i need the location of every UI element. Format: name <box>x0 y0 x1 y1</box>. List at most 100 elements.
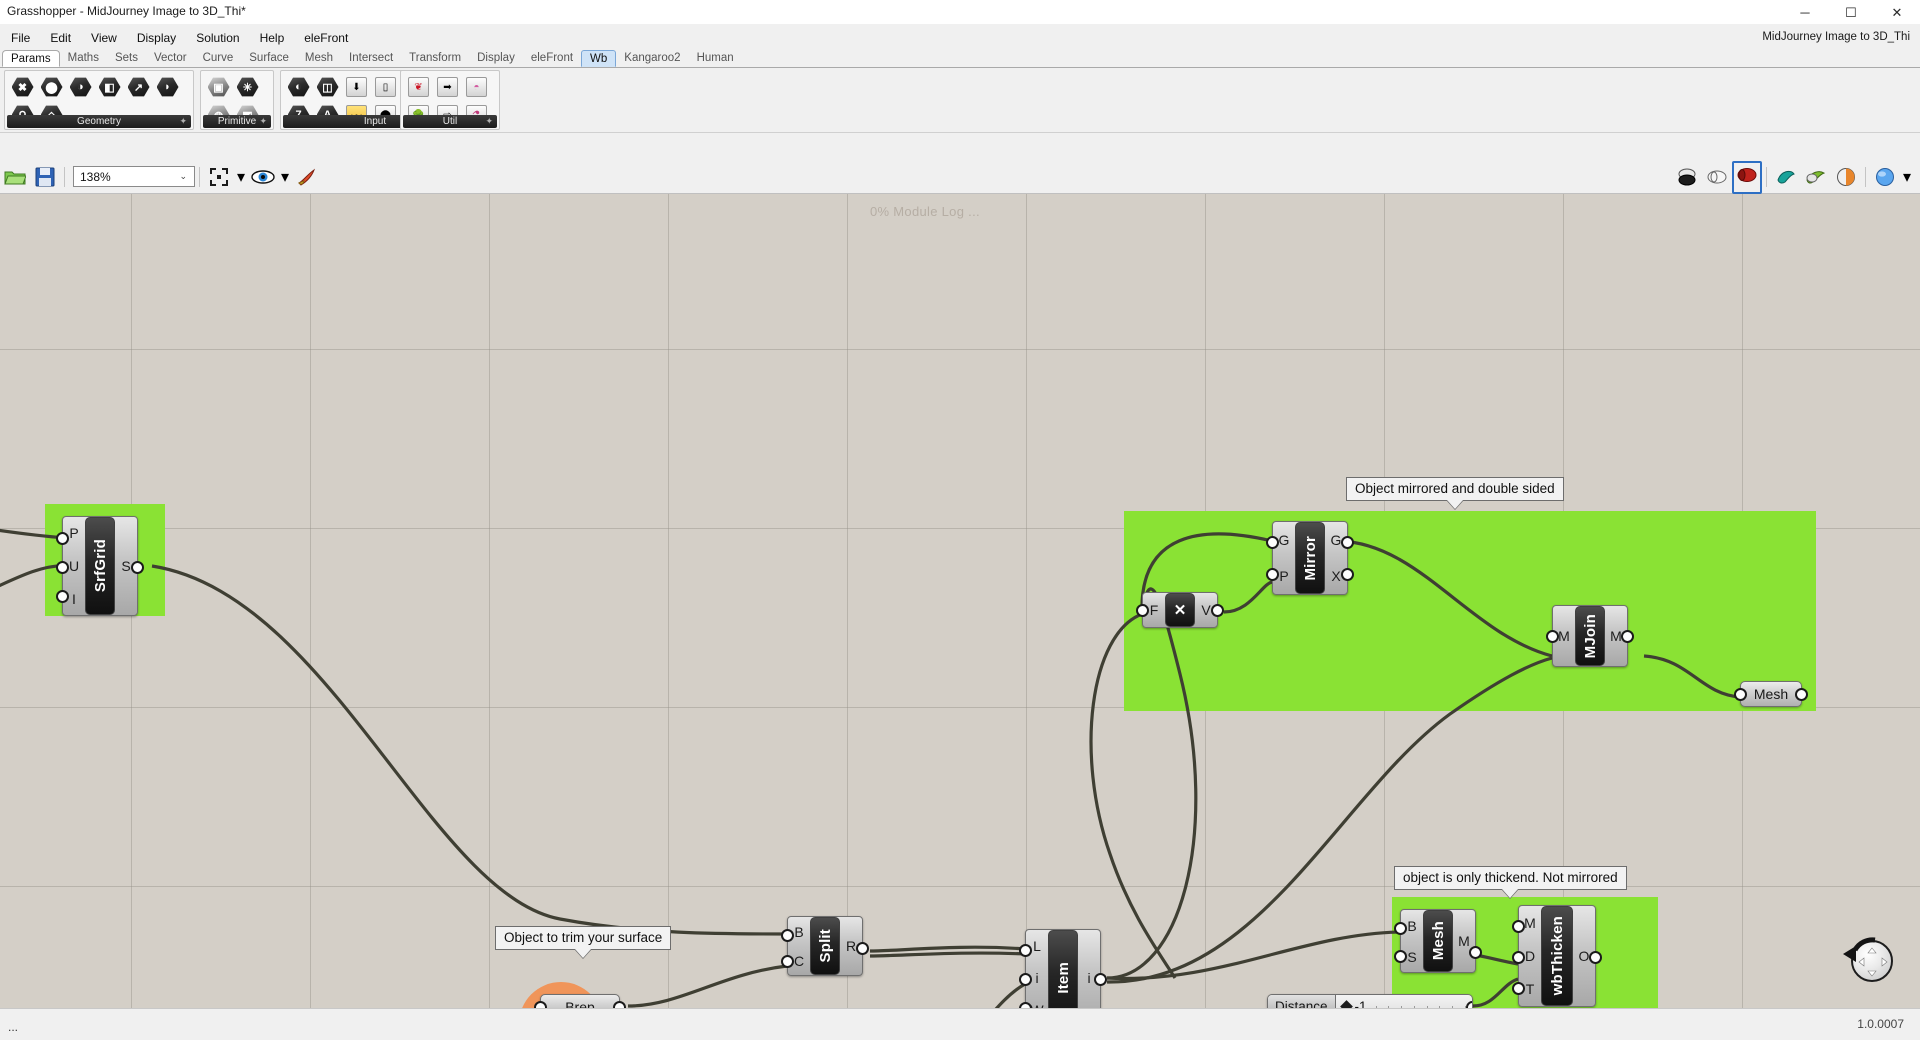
util-arrow-right-icon[interactable]: ➡ <box>433 73 462 101</box>
expander-icon-geometry[interactable]: ✦ <box>179 116 187 127</box>
param-circle-icon[interactable]: ⬤ <box>37 73 66 101</box>
preview-mode-caret[interactable]: ▾ <box>1900 163 1914 191</box>
tab-mesh[interactable]: Mesh <box>297 50 341 67</box>
mirror-input-G[interactable]: G <box>1279 533 1290 547</box>
item-port-L[interactable] <box>1019 944 1032 957</box>
mjoin-port-M-in[interactable] <box>1546 630 1559 643</box>
wbthicken-input-D[interactable]: D <box>1525 949 1535 963</box>
preview-eye-icon[interactable] <box>248 163 278 191</box>
orange-preview-icon[interactable] <box>1831 163 1861 191</box>
input-slider-icon[interactable]: ⬇ <box>342 73 371 101</box>
input-boolean-icon[interactable]: ◐ <box>284 73 313 101</box>
primitive-mesh-icon[interactable]: ✳ <box>233 73 262 101</box>
srfgrid-output-S[interactable]: S <box>121 559 130 573</box>
tab-intersect[interactable]: Intersect <box>341 50 401 67</box>
param-mesh[interactable]: Mesh <box>1740 681 1802 707</box>
param-mesh-port-out[interactable] <box>1795 688 1808 701</box>
tab-transform[interactable]: Transform <box>401 50 469 67</box>
wbthicken-input-T[interactable]: T <box>1526 982 1535 996</box>
tab-kangaroo2[interactable]: Kangaroo2 <box>616 50 688 67</box>
component-srfgrid[interactable]: P U I SrfGrid S <box>62 516 138 616</box>
param-point-icon[interactable]: ✖ <box>8 73 37 101</box>
component-wbthicken[interactable]: M D T wbThicken O <box>1518 905 1596 1007</box>
mirror-output-X[interactable]: X <box>1331 569 1340 583</box>
tab-wb[interactable]: Wb <box>581 50 616 67</box>
tab-human[interactable]: Human <box>689 50 742 67</box>
mesh-input-S[interactable]: S <box>1407 950 1416 964</box>
wbthicken-input-M[interactable]: M <box>1524 916 1536 930</box>
mirror-port-G-out[interactable] <box>1341 536 1354 549</box>
blue-preview-icon[interactable] <box>1870 163 1900 191</box>
ribbon-group-label-geometry[interactable]: Geometry ✦ <box>7 115 191 128</box>
paint-brush-icon[interactable] <box>292 163 322 191</box>
mesh-body[interactable]: Mesh <box>1423 910 1453 972</box>
ribbon-group-label-primitive[interactable]: Primitive ✦ <box>203 115 271 128</box>
split-body[interactable]: Split <box>810 917 840 975</box>
distance-slider-handle[interactable] <box>1340 1000 1353 1008</box>
tab-sets[interactable]: Sets <box>107 50 146 67</box>
param-curve-icon[interactable]: ◑ <box>66 73 95 101</box>
tab-params[interactable]: Params <box>2 50 60 67</box>
param-surface-icon[interactable]: ◧ <box>95 73 124 101</box>
menu-item-edit[interactable]: Edit <box>41 28 80 48</box>
sketch-icon[interactable] <box>204 163 234 191</box>
split-port-C[interactable] <box>781 955 794 968</box>
minimize-button[interactable]: ─ <box>1782 0 1828 25</box>
menu-item-solution[interactable]: Solution <box>187 28 248 48</box>
cross-input-F[interactable]: F <box>1150 603 1159 617</box>
maximize-button[interactable]: ☐ <box>1828 0 1874 25</box>
srfgrid-port-P[interactable] <box>56 532 69 545</box>
param-brep-port-out[interactable] <box>613 1001 626 1008</box>
wbthicken-port-O[interactable] <box>1589 951 1602 964</box>
wbthicken-output-O[interactable]: O <box>1579 949 1590 963</box>
component-split[interactable]: B C Split R <box>787 916 863 976</box>
input-panel-icon[interactable]: ▯ <box>371 73 400 101</box>
wbthicken-port-T[interactable] <box>1512 982 1525 995</box>
item-port-i[interactable] <box>1019 973 1032 986</box>
item-port-i-out[interactable] <box>1094 973 1107 986</box>
close-button[interactable]: ✕ <box>1874 0 1920 25</box>
expander-icon-util[interactable]: ✦ <box>485 116 493 127</box>
chevron-down-icon[interactable]: ⌄ <box>179 171 187 182</box>
wbthicken-port-M[interactable] <box>1512 920 1525 933</box>
gh-canvas[interactable]: 0% Module Log ... <box>0 194 1920 1008</box>
tab-vector[interactable]: Vector <box>146 50 195 67</box>
util-egg-icon[interactable]: ◓ <box>462 73 491 101</box>
param-mesh-port-in[interactable] <box>1734 688 1747 701</box>
solid-preview-icon[interactable] <box>1732 161 1762 194</box>
split-port-R[interactable] <box>856 942 869 955</box>
srfgrid-input-P[interactable]: P <box>69 526 78 540</box>
primitive-box-icon[interactable]: ▣ <box>204 73 233 101</box>
menu-item-help[interactable]: Help <box>251 28 294 48</box>
mesh-output-M[interactable]: M <box>1458 934 1470 948</box>
green-preview-icon[interactable] <box>1801 163 1831 191</box>
preview-dropdown-caret[interactable]: ▾ <box>278 163 292 191</box>
component-mesh[interactable]: B S Mesh M <box>1400 909 1476 973</box>
tab-maths[interactable]: Maths <box>60 50 107 67</box>
sketch-dropdown-caret[interactable]: ▾ <box>234 163 248 191</box>
param-arc-icon[interactable]: ◗ <box>153 73 182 101</box>
mjoin-input-M[interactable]: M <box>1558 629 1570 643</box>
split-port-B[interactable] <box>781 929 794 942</box>
mesh-port-B[interactable] <box>1394 922 1407 935</box>
cross-port-V[interactable] <box>1211 604 1224 617</box>
group-region-mirror[interactable] <box>1124 511 1816 711</box>
tab-surface[interactable]: Surface <box>241 50 297 67</box>
teal-preview-icon[interactable] <box>1771 163 1801 191</box>
zoom-level-combobox[interactable]: 138% ⌄ <box>73 166 195 187</box>
cross-body[interactable]: ✕ <box>1165 593 1195 627</box>
param-brep[interactable]: Brep <box>540 994 620 1008</box>
item-input-L[interactable]: L <box>1033 939 1041 953</box>
wbthicken-body[interactable]: wbThicken <box>1541 906 1573 1006</box>
menu-item-elefront[interactable]: eleFront <box>295 28 357 48</box>
split-output-R[interactable]: R <box>846 939 856 953</box>
mirror-output-G[interactable]: G <box>1331 533 1342 547</box>
mirror-port-X[interactable] <box>1341 568 1354 581</box>
component-cross-product[interactable]: F ✕ V <box>1142 592 1218 628</box>
component-mirror[interactable]: G P Mirror G X <box>1272 521 1348 595</box>
tab-display[interactable]: Display <box>469 50 523 67</box>
navigation-compass-widget[interactable] <box>1843 934 1895 986</box>
menu-item-display[interactable]: Display <box>128 28 185 48</box>
component-item[interactable]: L i W Item i <box>1025 929 1101 1008</box>
mirror-port-G-in[interactable] <box>1266 536 1279 549</box>
